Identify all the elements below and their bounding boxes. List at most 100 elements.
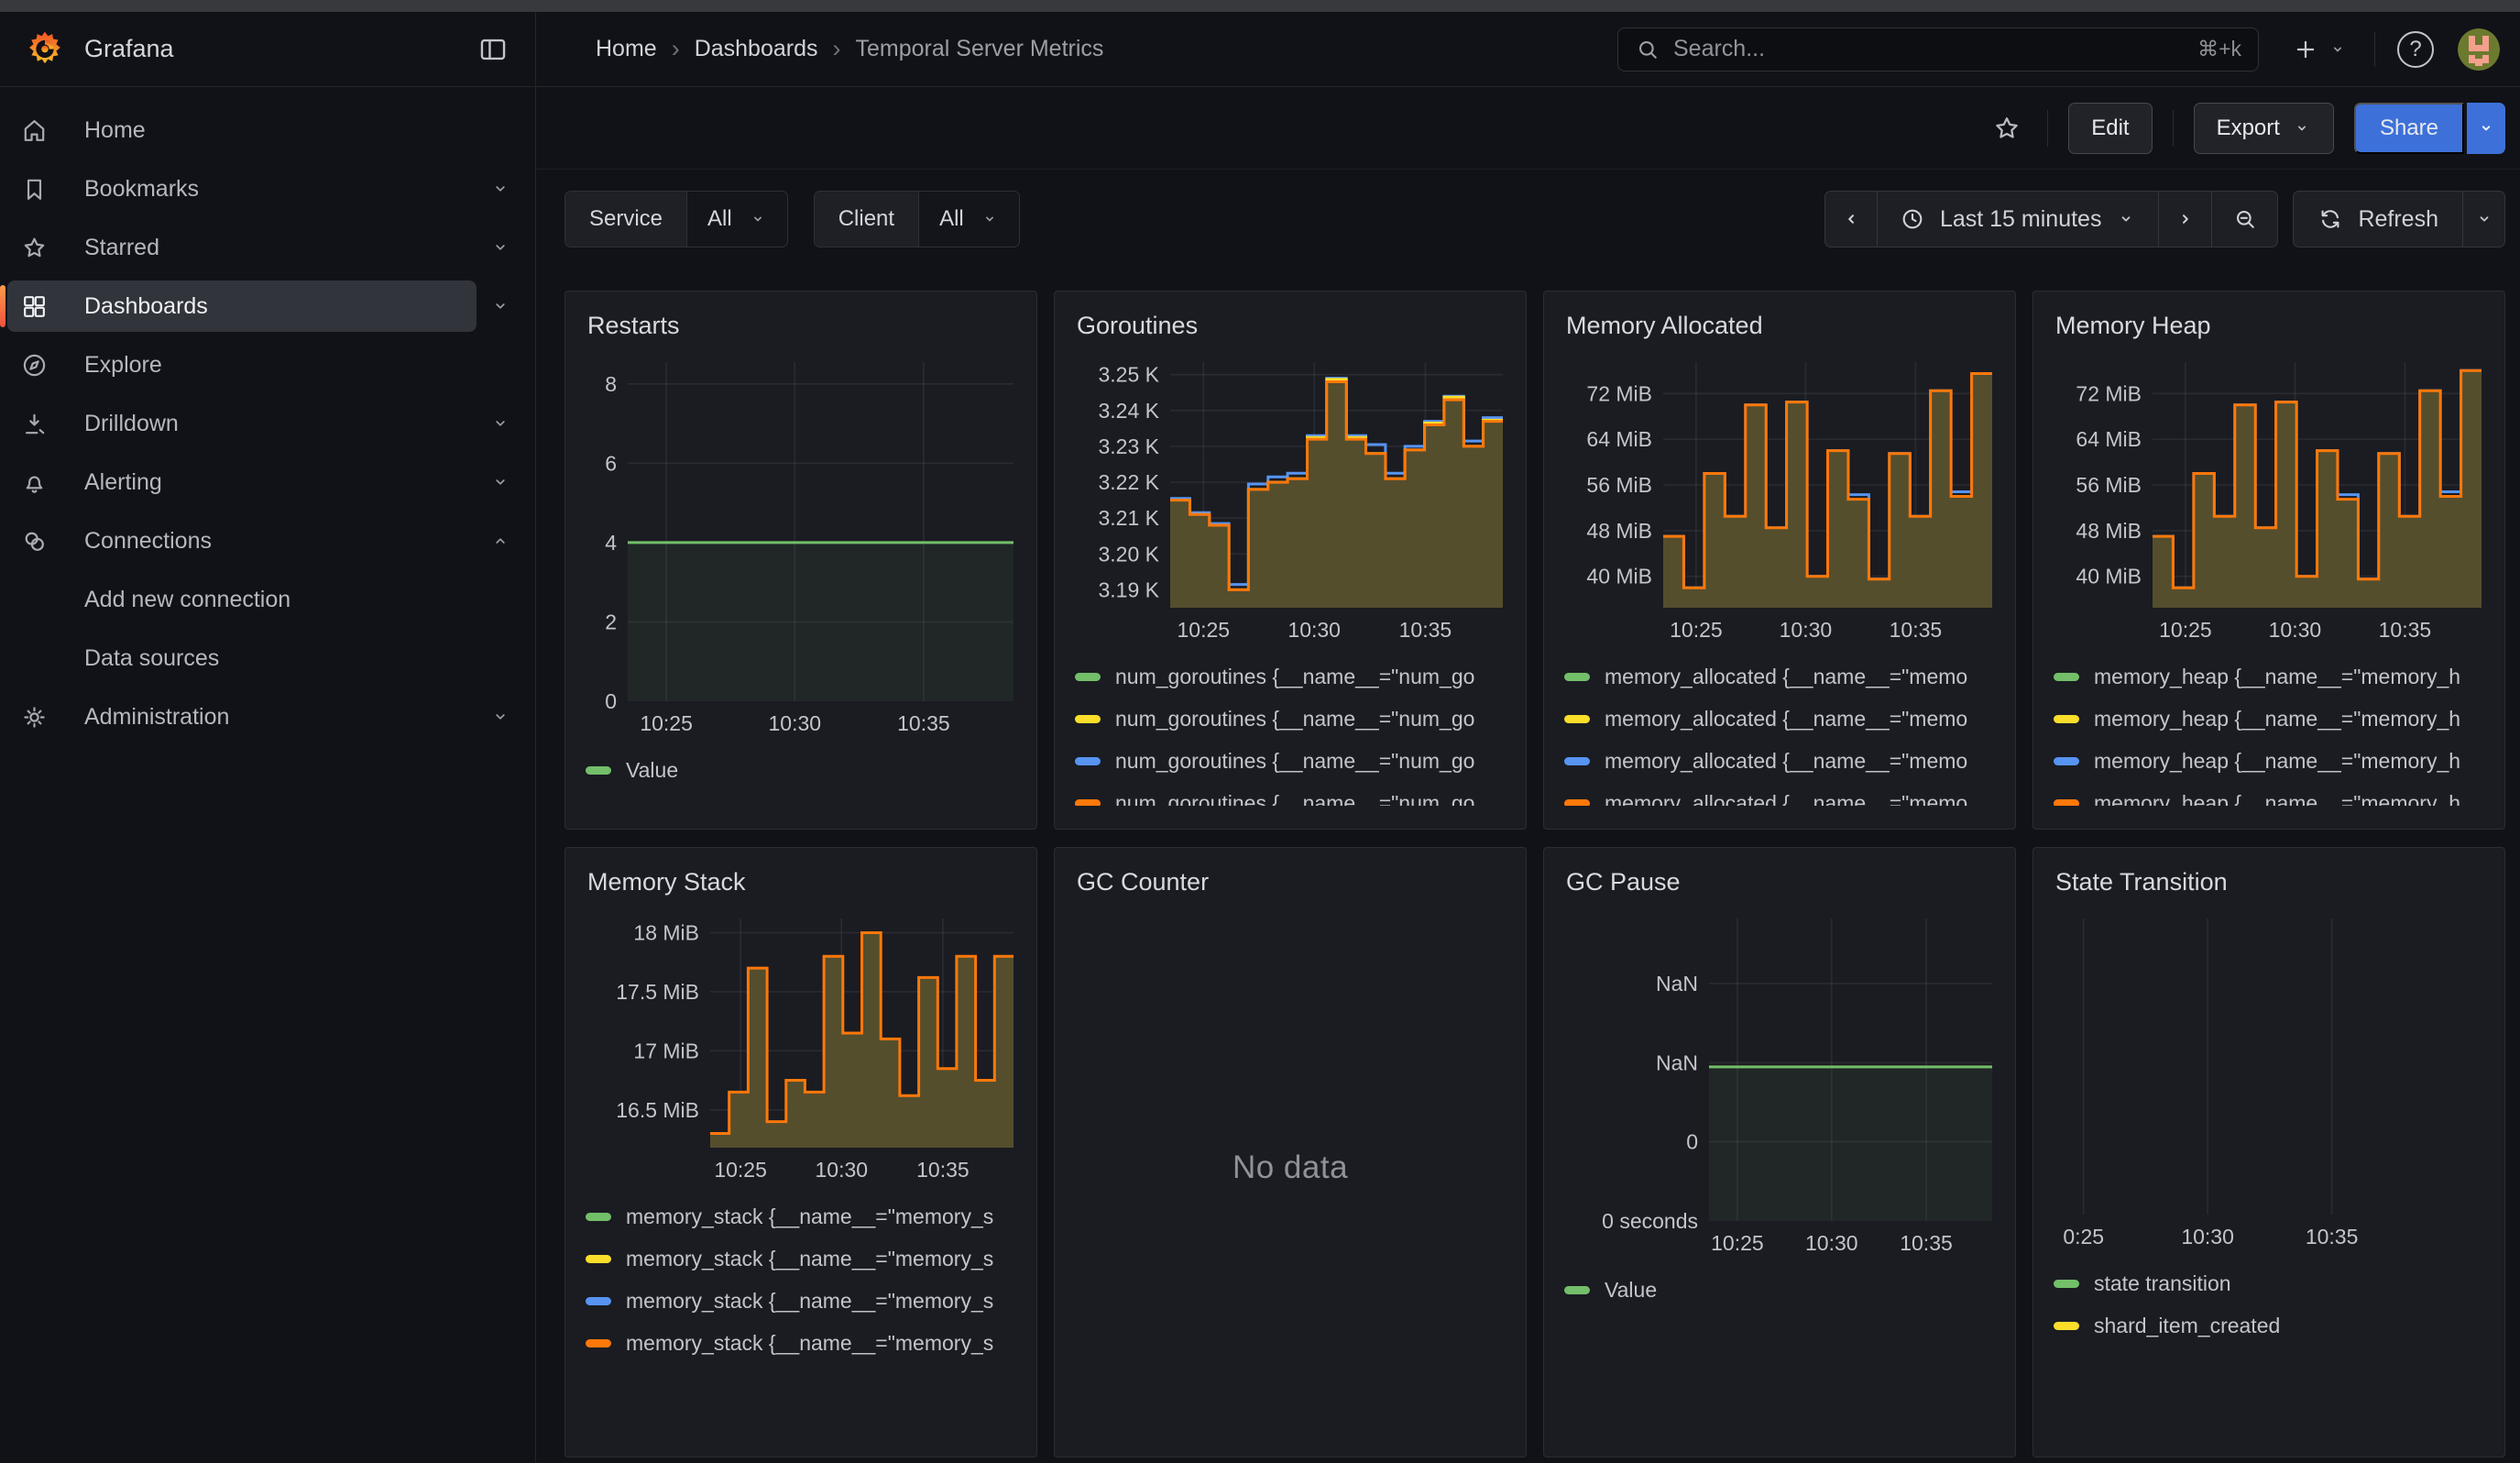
legend-series-color [1075, 799, 1101, 807]
panel-title[interactable]: State Transition [2055, 868, 2484, 896]
legend-series-color [2054, 673, 2079, 681]
legend-series-color [586, 1339, 611, 1348]
favorite-star-button[interactable] [1987, 108, 2027, 148]
legend-item[interactable]: memory_heap {__name__="memory_h [2054, 663, 2484, 690]
legend-item[interactable]: num_goroutines {__name__="num_go [1075, 663, 1506, 690]
panel-gc-pause: GC Pause10:2510:3010:35NaNNaN00 secondsV… [1543, 847, 2016, 1458]
sidebar-item-explore[interactable]: Explore [7, 339, 524, 390]
user-avatar[interactable] [2458, 28, 2500, 71]
legend-item[interactable]: memory_stack {__name__="memory_s [586, 1329, 1016, 1357]
legend-series-label: memory_stack {__name__="memory_s [626, 1204, 993, 1229]
time-range-picker[interactable]: Last 15 minutes [1878, 191, 2160, 248]
legend-item[interactable]: memory_allocated {__name__="memo [1564, 663, 1995, 690]
variable-service-picker[interactable]: All [687, 192, 787, 247]
legend-item[interactable]: memory_heap {__name__="memory_h [2054, 789, 2484, 806]
chevron-down-icon[interactable] [477, 163, 524, 214]
sidebar-item-dashboards[interactable]: Dashboards [7, 280, 477, 332]
sidebar-item-data-sources[interactable]: Data sources [7, 632, 524, 684]
refresh-interval-dropdown[interactable] [2463, 191, 2505, 248]
refresh-icon [2317, 206, 2343, 232]
svg-text:72 MiB: 72 MiB [2076, 381, 2142, 405]
panel-memory-allocated: Memory Allocated10:2510:3010:3572 MiB64 … [1543, 291, 2016, 830]
panel-title[interactable]: GC Counter [1077, 868, 1506, 896]
time-forward-button[interactable] [2159, 191, 2212, 248]
chevron-down-icon[interactable] [477, 398, 524, 449]
chevron-down-icon[interactable] [477, 222, 524, 273]
share-button-group: Share [2354, 103, 2505, 154]
sidebar-row-explore: Explore [7, 339, 524, 390]
legend-item[interactable]: state transition [2054, 1270, 2484, 1297]
svg-text:4: 4 [605, 531, 617, 555]
legend-series-color [2054, 799, 2079, 807]
legend-series-color [586, 1255, 611, 1263]
chevron-down-icon[interactable] [477, 691, 524, 742]
legend-item[interactable]: num_goroutines {__name__="num_go [1075, 789, 1506, 806]
legend-item[interactable]: memory_stack {__name__="memory_s [586, 1287, 1016, 1314]
search-input[interactable]: Search... ⌘+k [1617, 28, 2259, 72]
new-button[interactable] [2273, 36, 2365, 63]
legend-item[interactable]: memory_stack {__name__="memory_s [586, 1245, 1016, 1272]
breadcrumb-dashboards[interactable]: Dashboards [695, 36, 818, 62]
panel-title[interactable]: GC Pause [1566, 868, 1995, 896]
legend-item[interactable]: memory_stack {__name__="memory_s [586, 1203, 1016, 1230]
panel-title[interactable]: Memory Heap [2055, 312, 2484, 340]
export-button[interactable]: Export [2194, 103, 2334, 154]
sidebar-item-label: Starred [84, 235, 159, 261]
legend: Value [1564, 1276, 1995, 1318]
chevron-down-icon[interactable] [477, 280, 524, 332]
sidebar-item-starred[interactable]: Starred [7, 222, 477, 273]
panel-memory-heap: Memory Heap 10:2510:3010:3572 MiB64 MiB56… [2032, 291, 2505, 830]
sidebar-item-connections[interactable]: Connections [7, 515, 477, 566]
variable-client-picker[interactable]: All [919, 192, 1019, 247]
legend-item[interactable]: Value [1564, 1276, 1995, 1304]
legend-series-label: num_goroutines {__name__="num_go [1115, 791, 1474, 807]
legend-item[interactable]: num_goroutines {__name__="num_go [1075, 705, 1506, 732]
panel-title[interactable]: Memory Allocated [1566, 312, 1995, 340]
legend-series-label: memory_allocated {__name__="memo [1605, 665, 1967, 689]
sidebar-item-drilldown[interactable]: Drilldown [7, 398, 477, 449]
legend-item[interactable]: memory_heap {__name__="memory_h [2054, 747, 2484, 775]
chevron-down-icon[interactable] [477, 456, 524, 508]
sidebar-item-label: Alerting [84, 469, 162, 496]
legend-item[interactable]: memory_heap {__name__="memory_h [2054, 705, 2484, 732]
legend-item[interactable]: memory_allocated {__name__="memo [1564, 747, 1995, 775]
sidebar-header: Grafana [0, 12, 536, 86]
breadcrumb-home[interactable]: Home [596, 36, 657, 62]
svg-text:2: 2 [605, 610, 617, 634]
refresh-button[interactable]: Refresh [2293, 191, 2463, 248]
zoom-out-button[interactable] [2212, 191, 2278, 248]
panel-title[interactable]: Goroutines [1077, 312, 1506, 340]
chevron-up-icon[interactable] [477, 515, 524, 566]
panel-title[interactable]: Restarts [587, 312, 1016, 340]
product-name: Grafana [84, 35, 174, 63]
panel-left-icon[interactable] [475, 31, 511, 68]
edit-button[interactable]: Edit [2068, 103, 2152, 154]
chart-canvas: 10:2510:3010:3572 MiB64 MiB56 MiB48 MiB4… [2054, 355, 2484, 646]
star-icon [18, 234, 49, 262]
sidebar-item-administration[interactable]: Administration [7, 691, 477, 742]
legend-series-color [2054, 1280, 2079, 1288]
legend-series-color [1075, 757, 1101, 765]
svg-text:10:30: 10:30 [769, 711, 822, 735]
star-icon [1991, 113, 2022, 144]
share-dropdown-button[interactable] [2467, 103, 2505, 154]
panel-title[interactable]: Memory Stack [587, 868, 1016, 896]
chevron-down-icon [981, 210, 999, 228]
sidebar-item-alerting[interactable]: Alerting [7, 456, 477, 508]
sidebar-item-label: Connections [84, 528, 212, 555]
share-button[interactable]: Share [2354, 103, 2464, 154]
svg-text:10:25: 10:25 [714, 1158, 767, 1182]
time-back-button[interactable] [1824, 191, 1878, 248]
svg-text:16.5 MiB: 16.5 MiB [616, 1098, 699, 1122]
sidebar-item-bookmarks[interactable]: Bookmarks [7, 163, 477, 214]
chevron-down-icon [2474, 209, 2494, 229]
search-icon [1635, 37, 1660, 62]
legend-item[interactable]: memory_allocated {__name__="memo [1564, 705, 1995, 732]
help-button[interactable]: ? [2397, 31, 2434, 68]
legend-item[interactable]: memory_allocated {__name__="memo [1564, 789, 1995, 806]
legend-item[interactable]: shard_item_created [2054, 1312, 2484, 1339]
legend-item[interactable]: Value [586, 756, 1016, 784]
sidebar-item-home[interactable]: Home [7, 104, 524, 156]
sidebar-item-add-new-connection[interactable]: Add new connection [7, 574, 524, 625]
legend-item[interactable]: num_goroutines {__name__="num_go [1075, 747, 1506, 775]
